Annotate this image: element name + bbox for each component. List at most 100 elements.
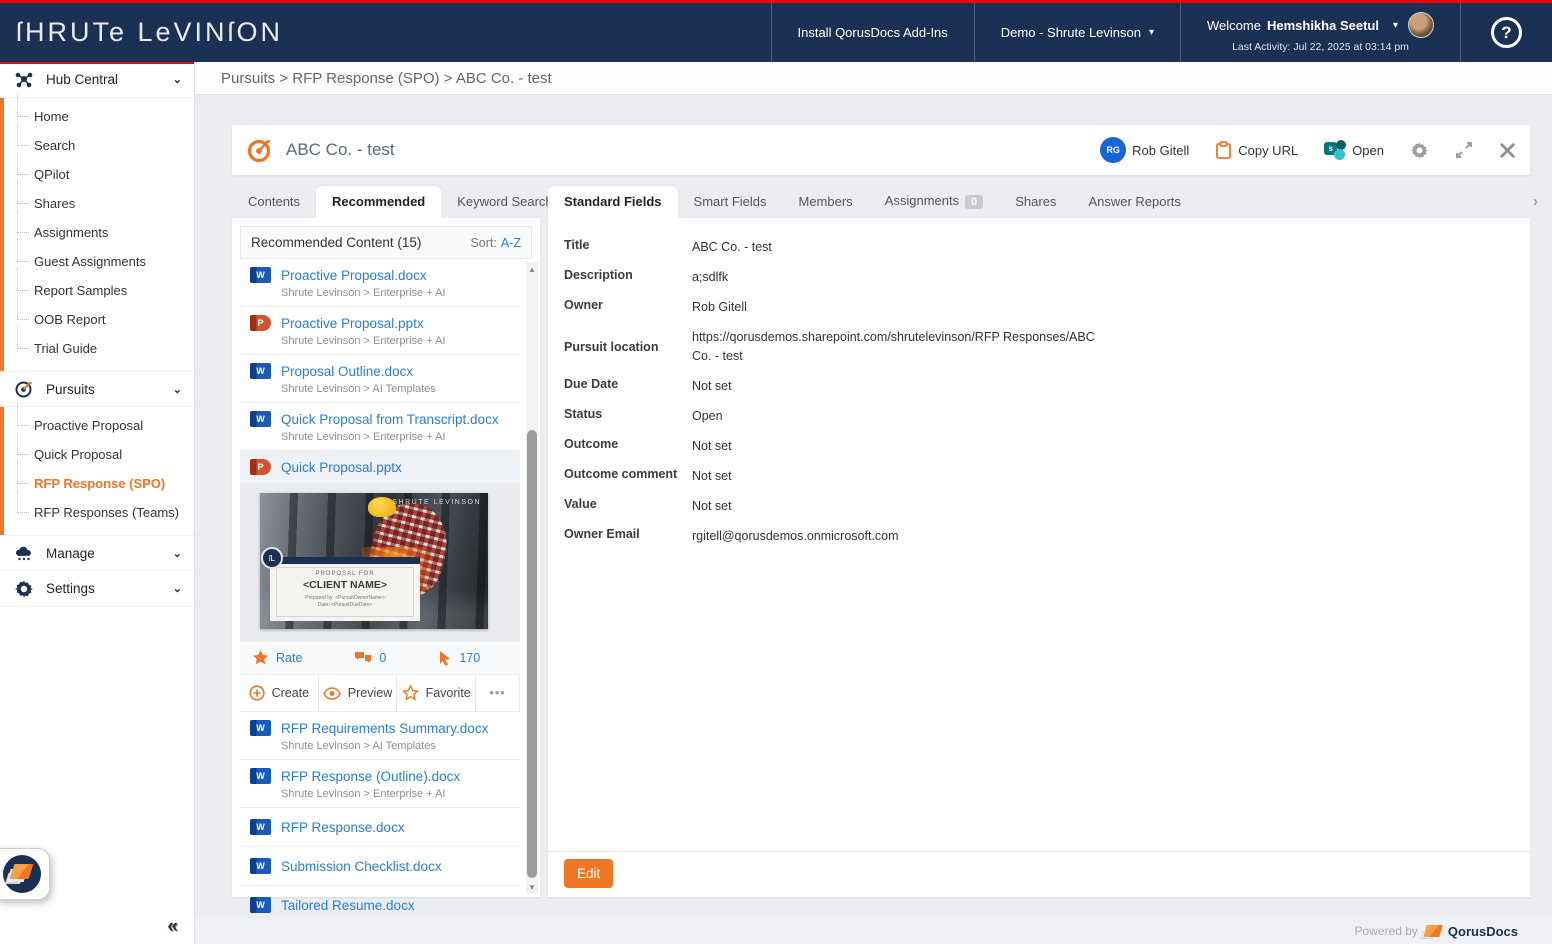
list-item[interactable]: P Proactive Proposal.pptx Shrute Levinson… bbox=[240, 307, 520, 355]
field-value: Not set bbox=[692, 469, 732, 483]
qorusdocs-brand[interactable]: QorusDocs bbox=[1448, 924, 1518, 939]
expand-button[interactable] bbox=[1455, 141, 1473, 159]
word-file-icon: W bbox=[250, 720, 271, 736]
star-outline-icon bbox=[401, 685, 419, 701]
sidebar-item-assignments[interactable]: Assignments bbox=[0, 210, 194, 247]
recommended-list: W Proactive Proposal.docx Shrute Levinson… bbox=[240, 259, 521, 924]
word-file-icon: W bbox=[250, 858, 271, 874]
list-scrollbar[interactable]: ▲ ▼ bbox=[526, 262, 538, 894]
list-item[interactable]: W Quick Proposal from Transcript.docx Shr… bbox=[240, 403, 520, 451]
hub-network-icon bbox=[14, 70, 34, 90]
sidebar-item-quick-proposal[interactable]: Quick Proposal bbox=[0, 432, 194, 469]
page-title: ABC Co. - test bbox=[286, 140, 395, 159]
sidebar-item-trial-guide[interactable]: Trial Guide bbox=[0, 326, 194, 363]
sidebar-item-oob-report[interactable]: OOB Report bbox=[0, 297, 194, 334]
create-button[interactable]: Create bbox=[240, 675, 319, 711]
sidebar-section-label: Manage bbox=[46, 545, 95, 561]
help-button[interactable]: ? bbox=[1460, 3, 1552, 62]
list-item[interactable]: W RFP Response (Outline).docx Shrute Levi… bbox=[240, 760, 520, 808]
list-header: Recommended Content (15) Sort: A-Z bbox=[240, 226, 532, 259]
user-avatar[interactable] bbox=[1408, 12, 1434, 38]
field-row: Pursuit location https://qorusdemos.share… bbox=[564, 322, 1514, 370]
sidebar-collapse-button[interactable]: « bbox=[167, 916, 178, 938]
scroll-up-arrow[interactable]: ▲ bbox=[526, 262, 538, 276]
more-options-button[interactable]: ••• bbox=[476, 675, 521, 711]
qorusdocs-logo-icon bbox=[3, 855, 41, 893]
pursuit-target-icon bbox=[246, 136, 274, 164]
sidebar-section-manage[interactable]: Manage ⌄ bbox=[0, 535, 194, 571]
sidebar-item-proactive-proposal[interactable]: Proactive Proposal bbox=[0, 403, 194, 440]
list-item[interactable]: W RFP Response.docx bbox=[240, 808, 520, 847]
copy-url-button[interactable]: Copy URL bbox=[1215, 140, 1298, 160]
comments-icon bbox=[354, 651, 372, 666]
list-item[interactable]: P Quick Proposal.pptx bbox=[240, 451, 520, 483]
breadcrumb[interactable]: Pursuits > RFP Response (SPO) > ABC Co. … bbox=[195, 62, 1552, 95]
install-addins-link[interactable]: Install QorusDocs Add-Ins bbox=[770, 3, 974, 62]
list-item[interactable]: W Proactive Proposal.docx Shrute Levinson… bbox=[240, 259, 520, 307]
sidebar-item-report-samples[interactable]: Report Samples bbox=[0, 268, 194, 305]
sidebar-item-qpilot[interactable]: QPilot bbox=[0, 152, 194, 189]
user-name: Hemshikha Seetul bbox=[1266, 17, 1379, 33]
list-item[interactable]: W RFP Requirements Summary.docx Shrute Le… bbox=[240, 712, 520, 760]
tabs-overflow-chevron[interactable]: › bbox=[1533, 193, 1538, 210]
sidebar-section-pursuits[interactable]: Pursuits ⌄ bbox=[0, 371, 194, 407]
sidebar-item-search[interactable]: Search bbox=[0, 123, 194, 160]
chevron-down-icon: ▾ bbox=[1392, 19, 1398, 31]
tab-shares[interactable]: Shares bbox=[999, 186, 1072, 218]
sidebar-item-rfp-response-spo[interactable]: RFP Response (SPO) bbox=[0, 461, 194, 498]
list-item[interactable]: W Submission Checklist.docx bbox=[240, 847, 520, 886]
clipboard-icon bbox=[1215, 140, 1232, 160]
views-count[interactable]: 170 bbox=[438, 650, 480, 666]
sidebar-item-rfp-responses-teams[interactable]: RFP Responses (Teams) bbox=[0, 490, 194, 527]
tab-standard-fields[interactable]: Standard Fields bbox=[548, 186, 678, 218]
tenant-selector[interactable]: Demo - Shrute Levinson ▾ bbox=[973, 3, 1180, 62]
field-row: Description a;sdlfk bbox=[564, 262, 1514, 292]
slide-thumbnail[interactable]: SHRUTE LEVINSON ſL PROPOSAL FOR <CLIENT … bbox=[260, 493, 488, 629]
sort-toggle[interactable]: A-Z bbox=[501, 236, 521, 250]
welcome-label: Welcome bbox=[1207, 17, 1261, 33]
preview-button[interactable]: Preview bbox=[318, 675, 398, 711]
scroll-down-arrow[interactable]: ▼ bbox=[526, 880, 538, 894]
open-in-sharepoint-button[interactable]: s Open bbox=[1324, 140, 1384, 160]
owner-chip[interactable]: RG Rob Gitell bbox=[1100, 137, 1189, 163]
sharepoint-icon: s bbox=[1324, 140, 1347, 160]
favorite-button[interactable]: Favorite bbox=[397, 675, 477, 711]
word-file-icon: W bbox=[250, 267, 271, 283]
qorusdocs-widget-button[interactable] bbox=[0, 848, 50, 900]
settings-gear-button[interactable] bbox=[1410, 141, 1429, 160]
rate-button[interactable]: Rate bbox=[252, 650, 302, 666]
tab-answer-reports[interactable]: Answer Reports bbox=[1072, 186, 1196, 218]
app-header: ſHRUTe LeVINſON Install QorusDocs Add-In… bbox=[0, 3, 1552, 62]
tab-assignments[interactable]: Assignments 0 bbox=[869, 185, 1000, 218]
sidebar-section-settings[interactable]: Settings ⌄ bbox=[0, 571, 194, 607]
field-value: Open bbox=[692, 408, 723, 423]
star-icon bbox=[252, 650, 269, 666]
tab-members[interactable]: Members bbox=[783, 186, 869, 218]
assignments-count-badge: 0 bbox=[965, 195, 984, 209]
comments-count[interactable]: 0 bbox=[354, 651, 386, 666]
hub-submenu: Home Search QPilot Shares Assignments Gu… bbox=[0, 94, 194, 371]
user-menu[interactable]: Welcome Hemshikha Seetul ▾ Last Activity… bbox=[1180, 3, 1460, 62]
tab-smart-fields[interactable]: Smart Fields bbox=[678, 186, 783, 218]
recommended-panel: Recommended Content (15) Sort: A-Z W Proa… bbox=[232, 218, 540, 913]
scrollbar-thumb[interactable] bbox=[527, 430, 537, 878]
cursor-icon bbox=[438, 650, 452, 666]
edit-button[interactable]: Edit bbox=[564, 859, 614, 888]
sidebar-item-home[interactable]: Home bbox=[0, 94, 194, 131]
field-value: Rob Gitell bbox=[692, 300, 747, 315]
pursuits-submenu: Proactive Proposal Quick Proposal RFP Re… bbox=[0, 403, 194, 535]
tab-recommended[interactable]: Recommended bbox=[316, 186, 442, 218]
field-value: Not set bbox=[692, 438, 732, 453]
list-item[interactable]: W Proposal Outline.docx Shrute Levinson >… bbox=[240, 355, 520, 403]
thumbnail-watermark: SHRUTE LEVINSON bbox=[392, 499, 481, 506]
close-button[interactable] bbox=[1499, 142, 1516, 159]
list-title: Recommended Content (15) bbox=[251, 235, 422, 250]
tab-contents[interactable]: Contents bbox=[232, 186, 316, 218]
field-value: Not set bbox=[692, 499, 732, 514]
sidebar-item-shares[interactable]: Shares bbox=[0, 181, 194, 218]
sidebar-item-guest-assignments[interactable]: Guest Assignments bbox=[0, 239, 194, 276]
sidebar-section-hub-central[interactable]: Hub Central ⌄ bbox=[0, 62, 194, 98]
field-value: a;sdlfk bbox=[692, 270, 729, 285]
field-row: Owner Rob Gitell bbox=[564, 292, 1514, 322]
chevron-down-icon: ⌄ bbox=[172, 74, 182, 86]
